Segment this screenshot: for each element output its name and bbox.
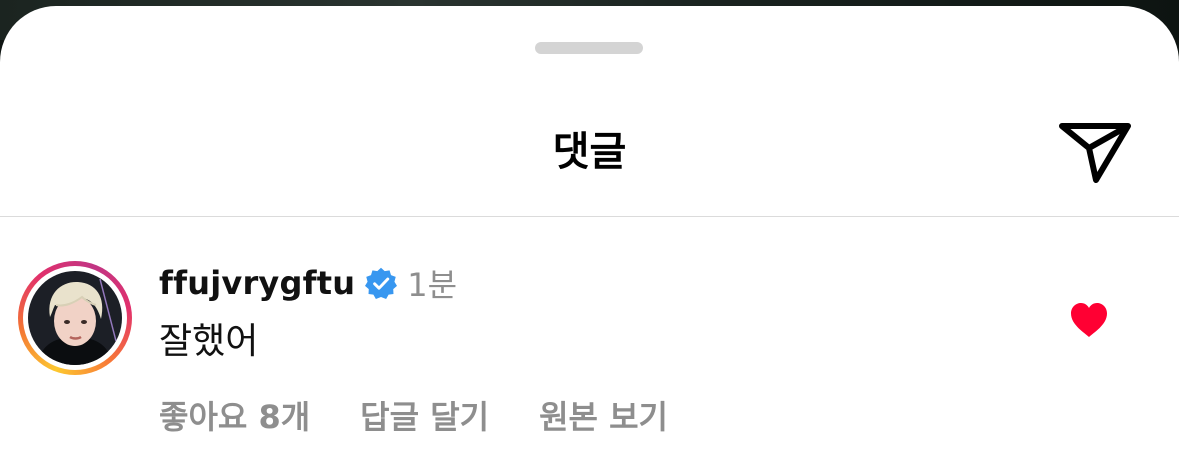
like-button[interactable]	[1069, 301, 1109, 339]
sheet-grabber-handle[interactable]	[535, 42, 643, 54]
verified-badge-icon	[365, 267, 398, 299]
share-button[interactable]	[1056, 118, 1134, 186]
comment-timestamp: 1분	[407, 266, 458, 304]
heart-filled-icon	[1071, 303, 1107, 337]
comments-sheet: 댓글 ffujvrygftu 1분 잘했어 좋아요 8개 답글 달기 원본 보기	[0, 6, 1179, 464]
likes-count-button[interactable]: 좋아요 8개	[159, 392, 310, 438]
avatar-image	[28, 271, 122, 365]
page-title: 댓글	[552, 129, 627, 175]
comment: ffujvrygftu 1분 잘했어 좋아요 8개 답글 달기 원본 보기	[159, 260, 718, 438]
comment-actions: 좋아요 8개 답글 달기 원본 보기	[159, 392, 718, 438]
paper-plane-icon	[1059, 123, 1131, 183]
comment-meta: ffujvrygftu 1분	[159, 260, 718, 306]
comment-username[interactable]: ffujvrygftu	[159, 264, 355, 302]
header-divider	[0, 216, 1179, 217]
view-original-button[interactable]: 원본 보기	[539, 392, 668, 438]
comment-text: 잘했어	[159, 321, 259, 362]
avatar[interactable]	[18, 261, 132, 375]
reply-button[interactable]: 답글 달기	[360, 392, 489, 438]
